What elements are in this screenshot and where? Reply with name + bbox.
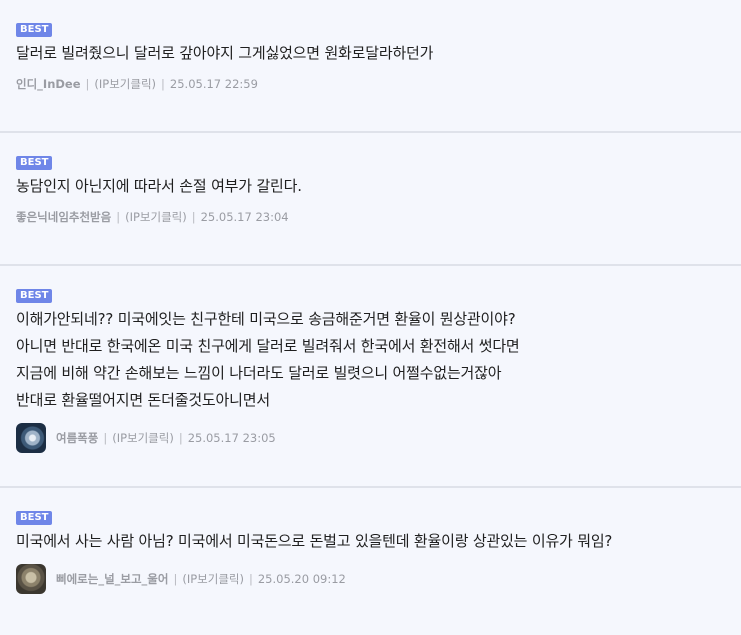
divider: | (103, 431, 108, 445)
divider: | (178, 431, 183, 445)
best-badge: BEST (16, 289, 53, 303)
comment-text: 이해가안되네?? 미국에잇는 친구한테 미국으로 송금해준거면 환율이 뭔상관이… (16, 310, 520, 409)
divider: | (248, 572, 253, 586)
comment-nickname[interactable]: 인디_InDee (16, 76, 81, 92)
comment-nickname[interactable]: 삐에로는_널_보고_울어 (56, 571, 168, 587)
storm-avatar-icon[interactable] (16, 423, 46, 453)
divider: | (85, 77, 90, 91)
comment-text: 달러로 빌려줬으니 달러로 갚아야지 그게싫었으면 원화로달라하던가 (16, 44, 434, 62)
comment-meta: 삐에로는_널_보고_울어 | (IP보기클릭) | 25.05.20 09:12 (16, 563, 725, 595)
comment-item: BEST 미국에서 사는 사람 아님? 미국에서 미국돈으로 돈벌고 있을텐데 … (0, 488, 741, 635)
comment-date: 25.05.17 22:59 (169, 77, 258, 91)
pierrot-avatar-icon[interactable] (16, 564, 46, 594)
comment-list: BEST 달러로 빌려줬으니 달러로 갚아야지 그게싫었으면 원화로달라하던가 … (0, 0, 741, 635)
comment-date: 25.05.17 23:04 (200, 210, 289, 224)
comment-item: BEST 농담인지 아닌지에 따라서 손절 여부가 갈린다. 좋은닉네임추천받음… (0, 133, 741, 264)
ip-view-link[interactable]: (IP보기클릭) (94, 76, 156, 92)
comment-meta: 좋은닉네임추천받음 | (IP보기클릭) | 25.05.17 23:04 (16, 206, 725, 228)
comment-meta: 여름폭풍 | (IP보기클릭) | 25.05.17 23:05 (16, 422, 725, 454)
ip-view-link[interactable]: (IP보기클릭) (125, 209, 187, 225)
divider: | (173, 572, 178, 586)
divider: | (191, 210, 196, 224)
divider: | (116, 210, 121, 224)
comment-text: 미국에서 사는 사람 아님? 미국에서 미국돈으로 돈벌고 있을텐데 환율이랑 … (16, 532, 613, 550)
comment-nickname[interactable]: 여름폭풍 (56, 430, 98, 446)
comment-nickname[interactable]: 좋은닉네임추천받음 (16, 209, 111, 225)
comment-meta: 인디_InDee | (IP보기클릭) | 25.05.17 22:59 (16, 73, 725, 95)
divider: | (161, 77, 165, 91)
best-badge: BEST (16, 23, 53, 37)
comment-item: BEST 달러로 빌려줬으니 달러로 갚아야지 그게싫었으면 원화로달라하던가 … (0, 0, 741, 131)
comment-date: 25.05.17 23:05 (187, 431, 276, 445)
comment-text: 농담인지 아닌지에 따라서 손절 여부가 갈린다. (16, 177, 302, 195)
best-badge: BEST (16, 511, 53, 525)
best-badge: BEST (16, 156, 53, 170)
ip-view-link[interactable]: (IP보기클릭) (182, 571, 244, 587)
comment-date: 25.05.20 09:12 (257, 572, 346, 586)
ip-view-link[interactable]: (IP보기클릭) (112, 430, 174, 446)
comment-item: BEST 이해가안되네?? 미국에잇는 친구한테 미국으로 송금해준거면 환율이… (0, 266, 741, 486)
